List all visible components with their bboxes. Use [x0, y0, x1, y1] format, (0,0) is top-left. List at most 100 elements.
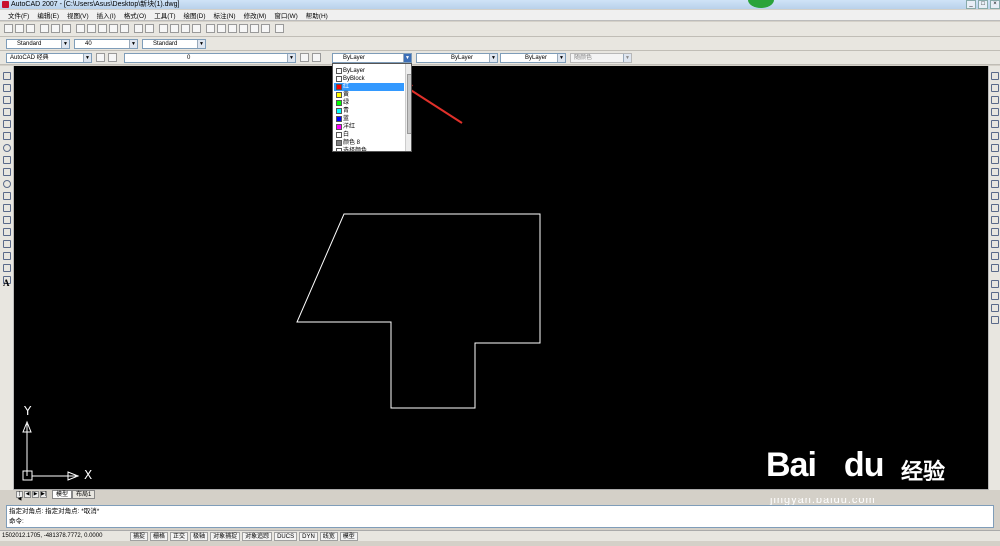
color-option[interactable]: 红 [334, 83, 404, 91]
revision-cloud-icon[interactable] [3, 156, 11, 164]
block-editor-icon[interactable] [120, 24, 129, 33]
join-icon[interactable] [991, 228, 999, 236]
otrack-toggle[interactable]: 对象追踪 [242, 531, 273, 541]
polygon-icon[interactable] [3, 108, 11, 116]
undo-icon[interactable] [134, 24, 143, 33]
dim-style-select[interactable]: 40 ▼ [74, 39, 138, 49]
table-style-select[interactable]: Standard ▼ [142, 39, 206, 49]
chevron-down-icon[interactable]: ▼ [287, 54, 295, 62]
chevron-down-icon[interactable]: ▼ [61, 40, 69, 48]
color-option[interactable]: 白 [334, 131, 404, 139]
draw-order-icon[interactable] [991, 280, 999, 288]
zoom-previous-icon[interactable] [192, 24, 201, 33]
drawn-polyline-shape[interactable] [296, 213, 541, 409]
send-to-back-icon[interactable] [991, 304, 999, 312]
menu-tools[interactable]: 工具(T) [150, 10, 179, 20]
zoom-realtime-icon[interactable] [170, 24, 179, 33]
grid-toggle[interactable]: 栅格 [150, 531, 169, 541]
tool-palettes-icon[interactable] [228, 24, 237, 33]
color-option[interactable]: ByBlock [334, 75, 404, 83]
menu-edit[interactable]: 编辑(E) [33, 10, 63, 20]
next-tab-icon[interactable]: ▶ [32, 491, 39, 498]
menu-window[interactable]: 窗口(W) [270, 10, 301, 20]
gradient-icon[interactable] [3, 252, 11, 260]
zoom-window-icon[interactable] [181, 24, 190, 33]
paste-icon[interactable] [98, 24, 107, 33]
circle-icon[interactable] [3, 144, 11, 152]
menu-view[interactable]: 视图(V) [63, 10, 93, 20]
layer-select[interactable]: 0 ▼ [124, 53, 296, 63]
make-current-layer-icon[interactable] [300, 53, 309, 62]
prev-tab-icon[interactable]: ◀ [24, 491, 31, 498]
menu-help[interactable]: 帮助(H) [302, 10, 332, 20]
menu-insert[interactable]: 插入(I) [93, 10, 120, 20]
chevron-down-icon[interactable]: ▼ [557, 54, 565, 62]
menu-format[interactable]: 格式(O) [120, 10, 150, 20]
rectangle-icon[interactable] [3, 120, 11, 128]
pan-icon[interactable] [159, 24, 168, 33]
color-option[interactable]: 蓝 [334, 115, 404, 123]
erase-icon[interactable] [991, 72, 999, 80]
open-file-icon[interactable] [15, 24, 24, 33]
arc-icon[interactable] [3, 132, 11, 140]
chevron-down-icon[interactable]: ▼ [489, 54, 497, 62]
color-option[interactable]: 黄 [334, 91, 404, 99]
dyn-toggle[interactable]: DYN [299, 531, 318, 541]
insert-block-icon[interactable] [3, 204, 11, 212]
stretch-icon[interactable] [991, 168, 999, 176]
ortho-toggle[interactable]: 正交 [170, 531, 189, 541]
lineweight-control-select[interactable]: ByLayer ▼ [500, 53, 566, 63]
bring-above-icon[interactable] [991, 316, 999, 324]
print-icon[interactable] [40, 24, 49, 33]
layer-previous-icon[interactable] [312, 53, 321, 62]
bring-to-front-icon[interactable] [991, 292, 999, 300]
drawing-canvas[interactable]: Y X Bai du 经验 jingyan.baidu.com [14, 66, 988, 506]
save-icon[interactable] [26, 24, 35, 33]
command-window[interactable]: 指定对角点: 指定对角点: *取消* 命令: [6, 505, 994, 528]
last-tab-icon[interactable]: ▶| [40, 491, 47, 498]
tab-model[interactable]: 模型 [52, 490, 73, 499]
tab-layout1[interactable]: 布局1 [72, 490, 96, 499]
maximize-button[interactable]: □ [978, 0, 988, 9]
fillet-icon[interactable] [991, 252, 999, 260]
line-tool-icon[interactable] [3, 72, 11, 80]
menu-dimension[interactable]: 标注(N) [210, 10, 240, 20]
explode-icon[interactable] [991, 264, 999, 272]
design-center-icon[interactable] [217, 24, 226, 33]
chamfer-icon[interactable] [991, 240, 999, 248]
first-tab-icon[interactable]: |◀ [16, 491, 23, 502]
color-control-select[interactable]: ByLayer ▼ [332, 53, 412, 63]
make-block-icon[interactable] [3, 216, 11, 224]
ducs-toggle[interactable]: DUCS [274, 531, 298, 541]
markup-icon[interactable] [250, 24, 259, 33]
chevron-down-icon[interactable]: ▼ [403, 54, 411, 62]
sheet-set-icon[interactable] [239, 24, 248, 33]
minimize-button[interactable]: _ [966, 0, 976, 9]
cut-icon[interactable] [76, 24, 85, 33]
close-button[interactable]: × [990, 0, 1000, 9]
workspace-settings-icon[interactable] [96, 53, 105, 62]
scrollbar-thumb[interactable] [407, 74, 411, 134]
color-option[interactable]: 绿 [334, 99, 404, 107]
ellipse-arc-icon[interactable] [3, 192, 11, 200]
rotate-icon[interactable] [991, 144, 999, 152]
array-icon[interactable] [991, 120, 999, 128]
chevron-down-icon[interactable]: ▼ [129, 40, 137, 48]
color-option[interactable]: 颜色 8 [334, 139, 404, 147]
multiline-text-icon[interactable]: A [3, 278, 10, 288]
break-at-point-icon[interactable] [991, 204, 999, 212]
layer-manager-icon[interactable] [108, 53, 117, 62]
color-dropdown-list[interactable]: ByLayer ByBlock 红黄绿青蓝洋红白颜色 8 选择颜色... [332, 63, 412, 152]
scale-icon[interactable] [991, 156, 999, 164]
mirror-icon[interactable] [991, 96, 999, 104]
break-icon[interactable] [991, 216, 999, 224]
ellipse-icon[interactable] [3, 180, 11, 188]
help-icon[interactable] [275, 24, 284, 33]
hatch-icon[interactable] [3, 240, 11, 248]
construction-line-icon[interactable] [3, 84, 11, 92]
menu-file[interactable]: 文件(F) [4, 10, 33, 20]
text-style-select[interactable]: Standard ▼ [6, 39, 70, 49]
dropdown-scrollbar[interactable] [405, 64, 411, 151]
extend-icon[interactable] [991, 192, 999, 200]
chevron-down-icon[interactable]: ▼ [83, 54, 91, 62]
